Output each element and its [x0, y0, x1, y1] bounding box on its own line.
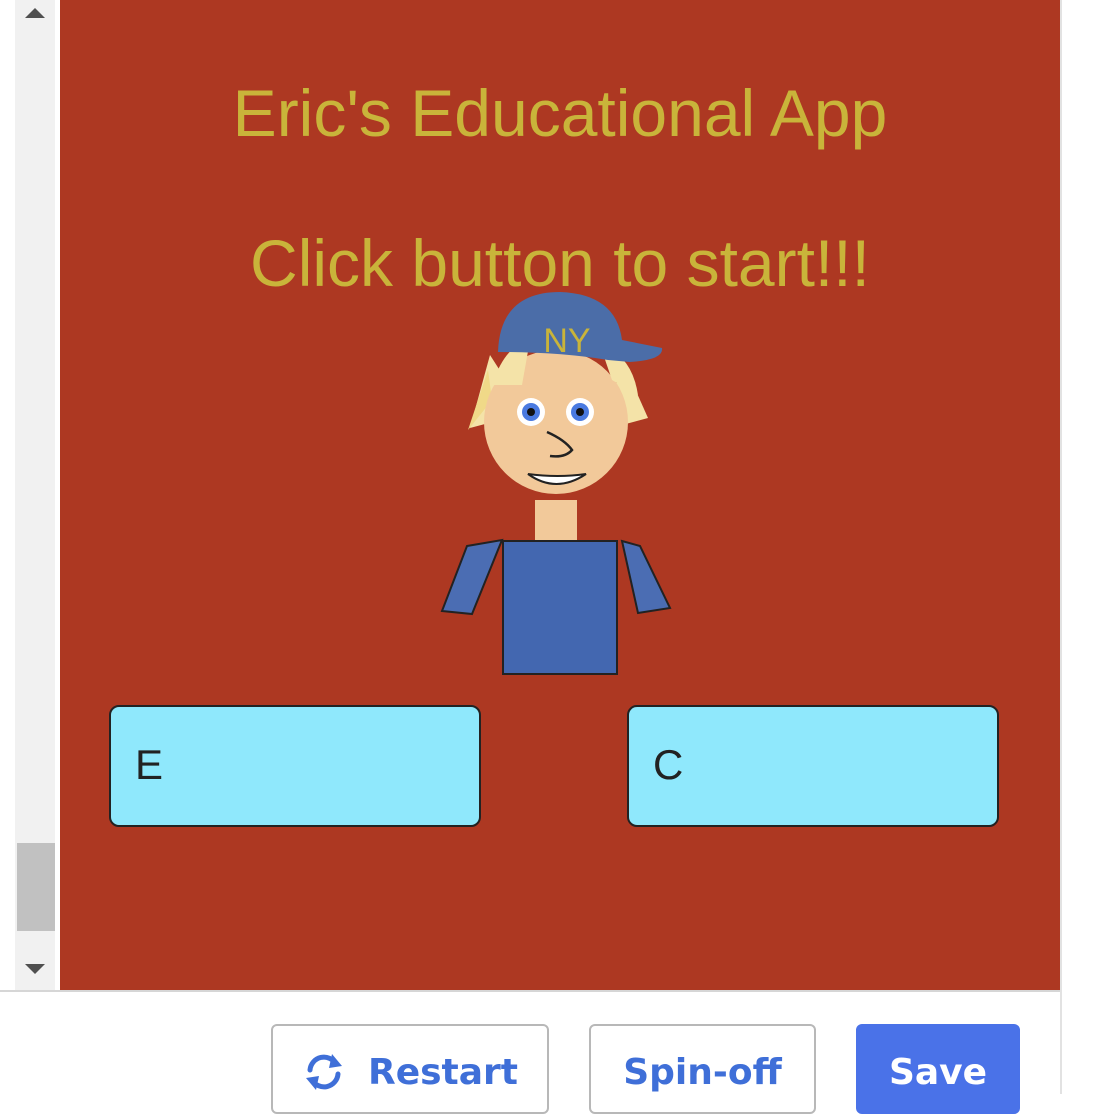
right-arm: [620, 539, 672, 615]
boy-character: NY: [440, 292, 672, 675]
cap-text: NY: [543, 322, 590, 360]
answer-button-right[interactable]: C: [627, 705, 999, 827]
neck: [535, 500, 577, 542]
scroll-thumb[interactable]: [17, 843, 55, 931]
restart-icon: [305, 1054, 342, 1090]
restart-button[interactable]: Restart: [271, 1024, 549, 1114]
program-canvas[interactable]: Eric's Educational App Click button to s…: [60, 0, 1060, 990]
spin-off-label: Spin-off: [623, 1052, 782, 1093]
vertical-scrollbar[interactable]: [15, 0, 55, 990]
spin-off-button[interactable]: Spin-off: [589, 1024, 816, 1114]
bottom-toolbar: Restart Spin-off Save: [0, 990, 1060, 1114]
save-button[interactable]: Save: [856, 1024, 1020, 1114]
panel-divider: [1060, 0, 1062, 1094]
save-label: Save: [888, 1052, 988, 1093]
scroll-up-arrow[interactable]: [15, 0, 55, 26]
triangle-down-icon: [25, 964, 45, 974]
answer-button-left[interactable]: E: [109, 705, 481, 827]
triangle-up-icon: [25, 8, 45, 18]
torso: [502, 540, 618, 675]
left-arm: [440, 538, 504, 616]
restart-label: Restart: [367, 1052, 519, 1093]
scroll-down-arrow[interactable]: [15, 956, 55, 982]
